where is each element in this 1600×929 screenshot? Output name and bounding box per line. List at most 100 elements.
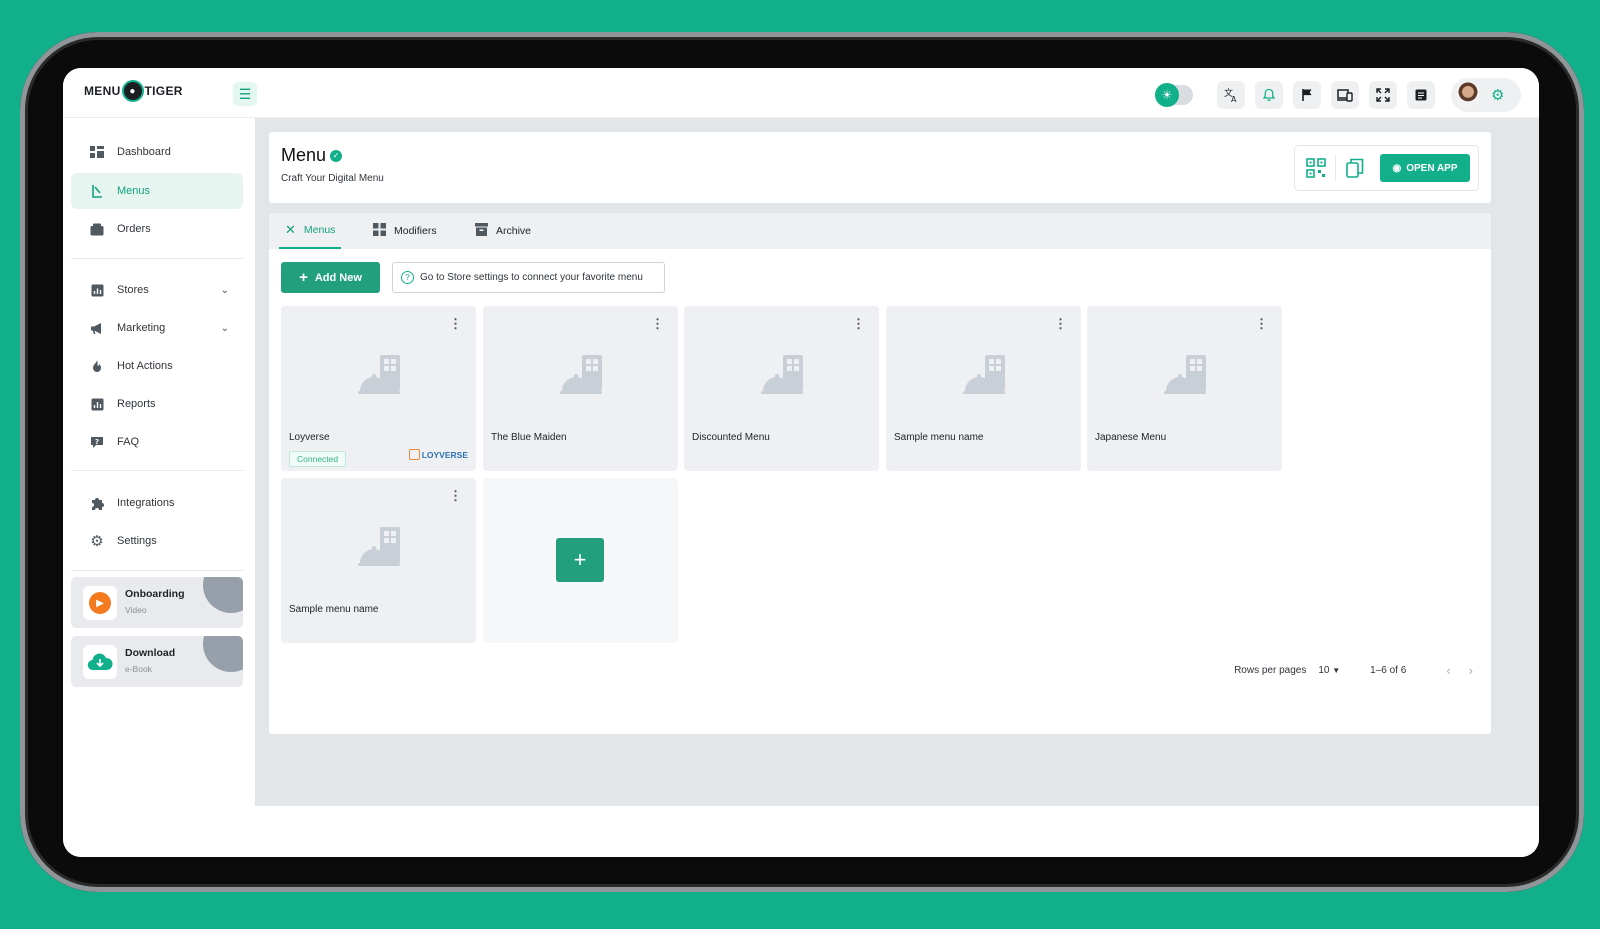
sidebar-item-settings[interactable]: ⚙ Settings (71, 523, 243, 559)
flag-icon[interactable] (1293, 81, 1321, 109)
sidebar-item-dashboard[interactable]: Dashboard (71, 134, 243, 170)
menu-card-sample-menu-name-2[interactable]: ⋮ Sample menu name (281, 478, 476, 643)
download-ebook-card[interactable]: Download e-Book (71, 636, 243, 687)
sidebar-item-label: FAQ (117, 436, 140, 448)
sidebar-item-integrations[interactable]: Integrations (71, 485, 243, 521)
main-content: Menu ✓ Craft Your Digital Menu ◉ OPEN AP… (255, 118, 1539, 806)
sidebar-item-faq[interactable]: ? FAQ (71, 424, 243, 460)
page-title: Menu ✓ (281, 145, 343, 166)
theme-toggle[interactable]: ☀ (1155, 83, 1193, 107)
tab-archive[interactable]: Archive (475, 213, 531, 249)
onboarding-video-card[interactable]: ▶ Onboarding Video (71, 577, 243, 628)
help-icon: ? (401, 271, 414, 284)
sidebar-item-label: Orders (117, 223, 151, 235)
play-icon-box: ▶ (83, 586, 117, 620)
fire-icon (89, 358, 105, 374)
plus-icon[interactable]: + (556, 538, 604, 582)
more-vertical-icon[interactable]: ⋮ (852, 316, 865, 332)
dashboard-icon (89, 144, 105, 160)
play-icon: ▶ (89, 592, 111, 614)
menu-book-icon (89, 183, 105, 199)
more-vertical-icon[interactable]: ⋮ (651, 316, 664, 332)
copy-icon[interactable] (1344, 157, 1366, 179)
puzzle-icon (89, 495, 105, 511)
add-new-button[interactable]: + Add New (281, 262, 380, 293)
sidebar-item-label: Menus (117, 185, 151, 197)
plus-icon: + (299, 269, 308, 286)
sidebar-item-orders[interactable]: Orders (71, 211, 243, 247)
translate-icon[interactable]: 文A (1217, 81, 1245, 109)
chevron-down-icon: ⌄ (220, 284, 229, 296)
rows-per-page-select[interactable]: 10 ▼ (1318, 665, 1340, 676)
menu-card-japanese-menu[interactable]: ⋮ Japanese Menu (1087, 306, 1282, 471)
chevron-down-icon: ⌄ (220, 322, 229, 334)
rows-per-page-label: Rows per pages (1234, 665, 1307, 676)
loyverse-logo: LOYVERSE (408, 449, 468, 460)
loyverse-logo-text: LOYVERSE (421, 449, 468, 460)
menu-placeholder-icon (358, 527, 400, 566)
header-actions: ◉ OPEN APP (1294, 145, 1479, 191)
page-header: Menu ✓ Craft Your Digital Menu ◉ OPEN AP… (269, 132, 1491, 203)
sidebar-item-hot-actions[interactable]: Hot Actions (71, 348, 243, 384)
fullscreen-icon[interactable] (1369, 81, 1397, 109)
cloud-download-icon-box (83, 645, 117, 679)
menu-card-discounted-menu[interactable]: ⋮ Discounted Menu (684, 306, 879, 471)
orders-icon (89, 221, 105, 237)
menu-card-sample-menu-name[interactable]: ⋮ Sample menu name (886, 306, 1081, 471)
devices-icon[interactable] (1331, 81, 1359, 109)
menu-card-name: Sample menu name (894, 432, 984, 443)
decorative-corner (203, 636, 243, 672)
grid-icon (373, 223, 386, 239)
page-range: 1–6 of 6 (1370, 665, 1407, 676)
app-screen: MENU ● TIGER ☰ ☀ 文A ⚙ Dashboard Menus Or… (63, 68, 1539, 857)
sidebar: Dashboard Menus Orders Stores ⌄ Marketin… (63, 118, 255, 857)
tablet-frame: MENU ● TIGER ☰ ☀ 文A ⚙ Dashboard Menus Or… (20, 32, 1584, 892)
sidebar-item-menus[interactable]: Menus (71, 173, 243, 209)
open-app-label: OPEN APP (1406, 162, 1458, 174)
sidebar-item-stores[interactable]: Stores ⌄ (71, 272, 243, 308)
profile-menu[interactable]: ⚙ (1451, 78, 1521, 112)
promo-subtitle: e-Book (125, 664, 152, 674)
chevron-left-icon[interactable]: ‹ (1446, 663, 1450, 678)
add-menu-card[interactable]: + (483, 478, 678, 643)
menu-card-the-blue-maiden[interactable]: ⋮ The Blue Maiden (483, 306, 678, 471)
tab-label: Modifiers (394, 225, 437, 237)
more-vertical-icon[interactable]: ⋮ (1054, 316, 1067, 332)
tiger-icon: ● (121, 80, 144, 102)
tab-menus[interactable]: ✕ Menus (279, 213, 342, 249)
menu-card-name: Loyverse (289, 432, 330, 443)
sidebar-item-marketing[interactable]: Marketing ⌄ (71, 310, 243, 346)
qr-code-icon[interactable] (1305, 157, 1327, 179)
sidebar-item-label: Stores (117, 284, 149, 296)
sidebar-item-label: Settings (117, 535, 157, 547)
menu-placeholder-icon (963, 355, 1005, 394)
chevron-right-icon[interactable]: › (1469, 663, 1473, 678)
hamburger-icon[interactable]: ☰ (233, 82, 257, 106)
more-vertical-icon[interactable]: ⋮ (1255, 316, 1268, 332)
rows-per-page-value: 10 (1318, 665, 1330, 676)
megaphone-icon (89, 320, 105, 336)
open-app-button[interactable]: ◉ OPEN APP (1380, 154, 1470, 182)
stores-icon (89, 282, 105, 298)
bell-icon[interactable] (1255, 81, 1283, 109)
page-title-text: Menu (281, 145, 327, 165)
more-vertical-icon[interactable]: ⋮ (449, 316, 462, 332)
sidebar-item-label: Marketing (117, 322, 166, 334)
sidebar-item-reports[interactable]: Reports (71, 386, 243, 422)
store-settings-hint[interactable]: ? Go to Store settings to connect your f… (392, 262, 665, 293)
top-bar: MENU ● TIGER ☰ ☀ 文A ⚙ (63, 68, 1539, 118)
gear-icon: ⚙ (1491, 87, 1505, 104)
more-vertical-icon[interactable]: ⋮ (449, 488, 462, 504)
notes-icon[interactable] (1407, 81, 1435, 109)
svg-text:A: A (1231, 95, 1237, 103)
archive-icon (475, 223, 488, 239)
promo-title: Download (125, 647, 176, 659)
svg-text:?: ? (95, 438, 99, 446)
tab-modifiers[interactable]: Modifiers (373, 213, 437, 249)
sidebar-divider (71, 470, 243, 471)
top-icons: ☀ 文A ⚙ (1155, 78, 1521, 112)
logo[interactable]: MENU ● TIGER (84, 80, 183, 102)
faq-icon: ? (89, 434, 105, 450)
menu-placeholder-icon (1164, 355, 1206, 394)
menu-card-loyverse[interactable]: ⋮ Loyverse Connected LOYVERSE (281, 306, 476, 471)
